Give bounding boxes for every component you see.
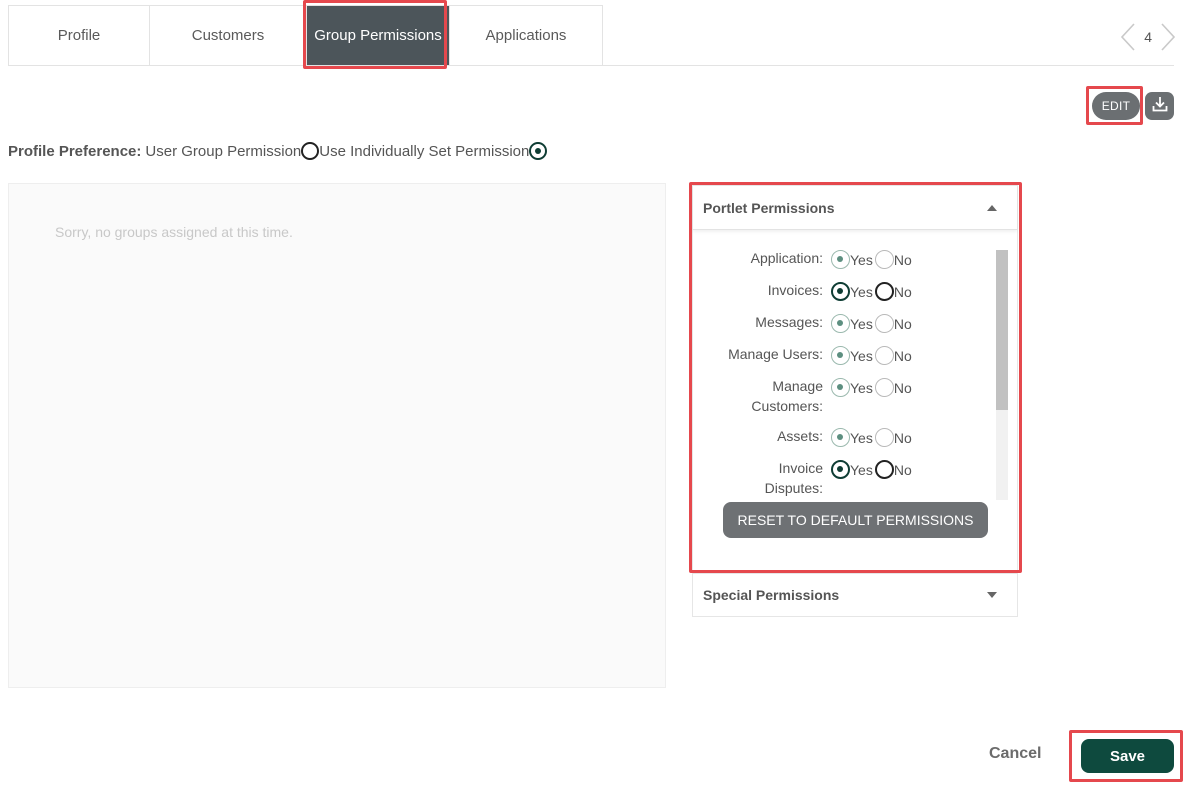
permission-row-assets: Assets: Yes No	[693, 426, 993, 447]
yes-label: Yes	[850, 283, 873, 300]
no-radio[interactable]	[874, 250, 894, 269]
no-radio[interactable]	[874, 428, 894, 447]
download-icon	[1152, 96, 1168, 117]
yes-label: Yes	[850, 429, 873, 446]
no-label: No	[893, 461, 912, 478]
reset-permissions-button[interactable]: RESET TO DEFAULT PERMISSIONS	[723, 502, 988, 538]
permission-label: Manage Users:	[728, 346, 823, 362]
profile-preference: Profile Preference: User Group Permissio…	[8, 142, 548, 160]
portlet-permissions-panel: Portlet Permissions Application: Yes No …	[692, 185, 1018, 572]
scrollbar-thumb[interactable]	[996, 250, 1008, 410]
caret-up-icon	[987, 204, 997, 211]
yes-label: Yes	[850, 461, 873, 478]
no-radio[interactable]	[874, 346, 894, 365]
tab-divider	[8, 65, 1174, 66]
no-label: No	[893, 379, 912, 396]
caret-down-icon	[987, 592, 997, 598]
no-label: No	[893, 283, 912, 300]
special-permissions-header[interactable]: Special Permissions	[692, 573, 1018, 617]
yes-radio[interactable]	[831, 460, 850, 479]
permission-row-invoices: Invoices: Yes No	[693, 280, 993, 301]
yes-radio[interactable]	[831, 314, 850, 333]
pager-count: 4	[1144, 29, 1152, 45]
portlet-permissions-title: Portlet Permissions	[703, 199, 835, 216]
tab-applications[interactable]: Applications	[449, 5, 603, 66]
tab-bar: Profile Customers Group Permissions Appl…	[8, 5, 603, 66]
chevron-left-icon[interactable]	[1120, 22, 1136, 52]
no-label: No	[893, 315, 912, 332]
option-group-radio[interactable]	[301, 142, 320, 160]
yes-radio[interactable]	[831, 428, 850, 447]
yes-radio[interactable]	[831, 378, 850, 397]
yes-label: Yes	[850, 251, 873, 268]
permission-label: Application:	[750, 250, 823, 266]
permission-row-invoice-disputes: Invoice Disputes: Yes No	[693, 458, 993, 498]
portlet-permissions-header[interactable]: Portlet Permissions	[693, 186, 1017, 230]
permission-label: Assets:	[777, 428, 823, 444]
yes-radio[interactable]	[831, 250, 850, 269]
groups-empty-message: Sorry, no groups assigned at this time.	[55, 224, 293, 240]
yes-label: Yes	[850, 379, 873, 396]
no-radio[interactable]	[874, 314, 894, 333]
permission-row-manage-customers: Manage Customers: Yes No	[693, 376, 993, 416]
option-individual-label: Use Individually Set Permission	[319, 142, 530, 160]
chevron-right-icon[interactable]	[1160, 22, 1176, 52]
no-label: No	[893, 347, 912, 364]
tab-profile[interactable]: Profile	[8, 5, 149, 66]
yes-radio[interactable]	[831, 346, 850, 365]
option-individual-radio[interactable]	[529, 142, 548, 160]
tab-customers[interactable]: Customers	[149, 5, 306, 66]
permission-row-application: Application: Yes No	[693, 248, 993, 269]
cancel-button[interactable]: Cancel	[989, 745, 1041, 763]
permission-label: Invoices:	[767, 282, 823, 298]
yes-label: Yes	[850, 315, 873, 332]
save-button[interactable]: Save	[1081, 739, 1174, 773]
option-group-label: User Group Permission	[145, 142, 302, 160]
no-label: No	[893, 429, 912, 446]
yes-label: Yes	[850, 347, 873, 364]
permission-label: Messages:	[755, 314, 823, 330]
no-label: No	[893, 251, 912, 268]
groups-panel: Sorry, no groups assigned at this time.	[8, 183, 666, 688]
permission-list: Application: Yes No Invoices: Yes No Mes…	[693, 248, 993, 498]
permission-label: Invoice Disputes:	[764, 460, 823, 496]
tab-group-permissions[interactable]: Group Permissions	[306, 5, 449, 66]
download-button[interactable]	[1145, 92, 1174, 120]
no-radio[interactable]	[874, 378, 894, 397]
profile-preference-label: Profile Preference:	[8, 142, 142, 160]
edit-button[interactable]: EDIT	[1092, 92, 1140, 120]
permission-label: Manage Customers:	[751, 378, 823, 414]
permission-row-manage-users: Manage Users: Yes No	[693, 344, 993, 365]
yes-radio[interactable]	[831, 282, 850, 301]
special-permissions-title: Special Permissions	[703, 587, 840, 603]
no-radio[interactable]	[874, 460, 894, 479]
permission-row-messages: Messages: Yes No	[693, 312, 993, 333]
no-radio[interactable]	[874, 282, 894, 301]
tab-pager: 4	[1120, 22, 1176, 52]
